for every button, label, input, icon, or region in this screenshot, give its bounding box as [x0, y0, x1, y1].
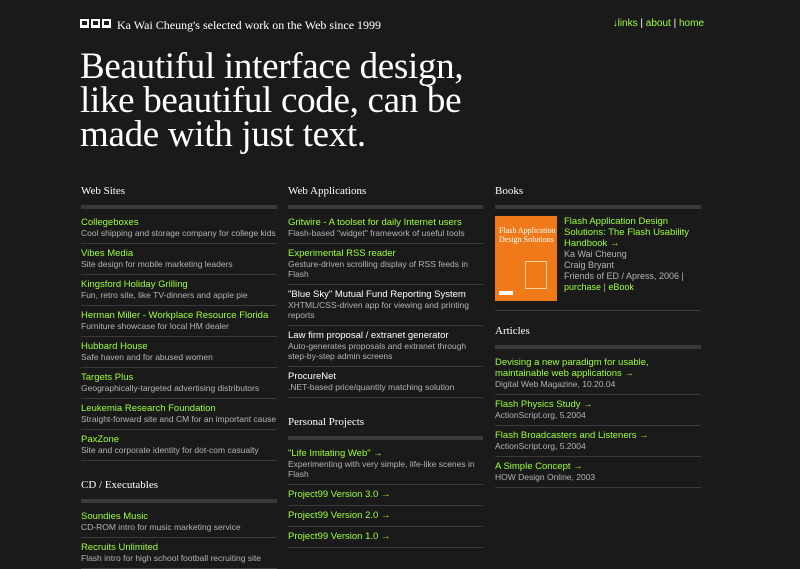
item-title: "Blue Sky" Mutual Fund Reporting System: [288, 289, 466, 300]
list-item: Law firm proposal / extranet generator Au…: [288, 326, 483, 367]
item-link[interactable]: PaxZone: [81, 434, 277, 445]
nav-separator: |: [640, 18, 643, 29]
list-item: Experimental RSS reader Gesture-driven sc…: [288, 244, 483, 285]
book-entry: Flash Application Design Solutions Flash…: [495, 213, 701, 311]
item-link[interactable]: Project99 Version 3.0 →: [288, 489, 483, 500]
book-author: Craig Bryant: [564, 260, 615, 270]
item-desc: Auto-generates proposals and extranet th…: [288, 341, 467, 361]
article-link[interactable]: A Simple Concept →: [495, 461, 701, 472]
item-desc: Site and corporate identity for dot-com …: [81, 445, 259, 455]
item-title: ProcureNet: [288, 371, 337, 382]
list-item: Project99 Version 3.0 →: [288, 485, 483, 506]
book-ebook-link[interactable]: eBook: [608, 282, 634, 292]
list-item: PaxZone Site and corporate identity for d…: [81, 430, 277, 461]
item-desc: Geographically-targeted advertising dist…: [81, 383, 260, 393]
item-title: Law firm proposal / extranet generator: [288, 330, 449, 341]
column-books-articles: Books Flash Application Design Solutions…: [495, 185, 701, 488]
item-desc: Experimenting with very simple, life-lik…: [288, 459, 475, 479]
section-title-cd-executables: CD / Executables: [81, 479, 277, 503]
item-desc: CD-ROM intro for music marketing service: [81, 522, 241, 532]
list-item: "Blue Sky" Mutual Fund Reporting System X…: [288, 285, 483, 326]
top-nav: ↓links | about | home: [613, 18, 704, 29]
article-source: Digital Web Magazine, 10.20.04: [495, 379, 616, 389]
item-desc: Gesture-driven scrolling display of RSS …: [288, 259, 468, 279]
list-item: Hubbard House Safe haven and for abused w…: [81, 337, 277, 368]
item-link[interactable]: Vibes Media: [81, 248, 277, 259]
item-link[interactable]: Project99 Version 2.0 →: [288, 510, 483, 521]
hero-heading: Beautiful interface design, like beautif…: [80, 46, 520, 155]
item-desc: Fun, retro site, like TV-dinners and app…: [81, 290, 248, 300]
item-link[interactable]: Targets Plus: [81, 372, 277, 383]
list-item: Project99 Version 1.0 →: [288, 527, 483, 548]
book-publisher: Friends of ED / Apress, 2006 |: [564, 271, 684, 281]
list-item: Collegeboxes Cool shipping and storage co…: [81, 213, 277, 244]
item-desc: Flash intro for high school football rec…: [81, 553, 262, 563]
section-title-books: Books: [495, 185, 701, 209]
item-desc: .NET-based price/quantity matching solut…: [288, 382, 455, 392]
hero-line: Beautiful interface design,: [80, 46, 464, 87]
list-item: Flash Physics Study → ActionScript.org, 5…: [495, 395, 701, 426]
item-desc: XHTML/CSS-driven app for viewing and pri…: [288, 300, 469, 320]
list-item: Kingsford Holiday Grilling Fun, retro sit…: [81, 275, 277, 306]
item-link[interactable]: Experimental RSS reader: [288, 248, 483, 259]
article-source: HOW Design Online, 2003: [495, 472, 596, 482]
section-title-web-applications: Web Applications: [288, 185, 483, 209]
book-info: Flash Application Design Solutions: The …: [564, 216, 701, 301]
item-link[interactable]: Gritwire - A toolset for daily Internet …: [288, 217, 483, 228]
item-desc: Cool shipping and storage company for co…: [81, 228, 276, 238]
list-item: Flash Broadcasters and Listeners → Action…: [495, 426, 701, 457]
item-link[interactable]: Herman Miller - Workplace Resource Flori…: [81, 310, 277, 321]
list-item: Targets Plus Geographically-targeted adve…: [81, 368, 277, 399]
article-source: ActionScript.org, 5.2004: [495, 441, 586, 451]
article-source: ActionScript.org, 5.2004: [495, 410, 586, 420]
site-tagline: Ka Wai Cheung's selected work on the Web…: [117, 18, 382, 32]
item-desc: Safe haven and for abused women: [81, 352, 213, 362]
column-web-applications: Web Applications Gritwire - A toolset fo…: [288, 185, 483, 548]
list-item: Project99 Version 2.0 →: [288, 506, 483, 527]
book-cover-title: Flash Application Design Solutions: [499, 226, 556, 244]
item-desc: Site design for mobile marketing leaders: [81, 259, 233, 269]
book-link-separator: |: [603, 282, 606, 292]
item-link[interactable]: Leukemia Research Foundation: [81, 403, 277, 414]
item-link[interactable]: Project99 Version 1.0 →: [288, 531, 483, 542]
list-item: A Simple Concept → HOW Design Online, 200…: [495, 457, 701, 488]
list-item: Devising a new paradigm for usable, main…: [495, 353, 701, 395]
list-item: "Life Imitating Web" → Experimenting with…: [288, 444, 483, 485]
item-desc: Flash-based "widget" framework of useful…: [288, 228, 465, 238]
item-link[interactable]: Soundies Music: [81, 511, 277, 522]
article-link[interactable]: Devising a new paradigm for usable, main…: [495, 357, 701, 379]
nav-separator: |: [673, 18, 677, 29]
item-desc: Furniture showcase for local HM dealer: [81, 321, 229, 331]
column-web-sites: Web Sites Collegeboxes Cool shipping and …: [81, 185, 277, 569]
list-item: Soundies Music CD-ROM intro for music mar…: [81, 507, 277, 538]
list-item: ProcureNet .NET-based price/quantity matc…: [288, 367, 483, 398]
article-link[interactable]: Flash Physics Study →: [495, 399, 701, 410]
nav-links[interactable]: ↓links: [613, 18, 638, 29]
list-item: Gritwire - A toolset for daily Internet …: [288, 213, 483, 244]
nav-about[interactable]: about: [646, 18, 671, 29]
section-title-articles: Articles: [495, 325, 701, 349]
list-item: Leukemia Research Foundation Straight-for…: [81, 399, 277, 430]
p99-logo[interactable]: [80, 19, 111, 28]
nav-home[interactable]: home: [679, 18, 704, 29]
list-item: Herman Miller - Workplace Resource Flori…: [81, 306, 277, 337]
article-link[interactable]: Flash Broadcasters and Listeners →: [495, 430, 701, 441]
book-cover-image[interactable]: Flash Application Design Solutions: [495, 216, 557, 301]
section-title-personal-projects: Personal Projects: [288, 416, 483, 440]
hero-line: made with just text.: [80, 114, 366, 155]
item-link[interactable]: Kingsford Holiday Grilling: [81, 279, 277, 290]
item-link[interactable]: Collegeboxes: [81, 217, 277, 228]
book-purchase-link[interactable]: purchase: [564, 282, 601, 292]
item-desc: Straight-forward site and CM for an impo…: [81, 414, 277, 424]
section-title-web-sites: Web Sites: [81, 185, 277, 209]
list-item: Vibes Media Site design for mobile market…: [81, 244, 277, 275]
item-link[interactable]: Hubbard House: [81, 341, 277, 352]
list-item: Recruits Unlimited Flash intro for high s…: [81, 538, 277, 569]
book-title-link[interactable]: Flash Application Design Solutions: The …: [564, 216, 689, 249]
top-bar: Ka Wai Cheung's selected work on the Web…: [80, 18, 704, 34]
hero-line: like beautiful code, can be: [80, 80, 462, 121]
item-link[interactable]: Recruits Unlimited: [81, 542, 277, 553]
book-author: Ka Wai Cheung: [564, 249, 627, 259]
item-link[interactable]: "Life Imitating Web" →: [288, 448, 483, 459]
